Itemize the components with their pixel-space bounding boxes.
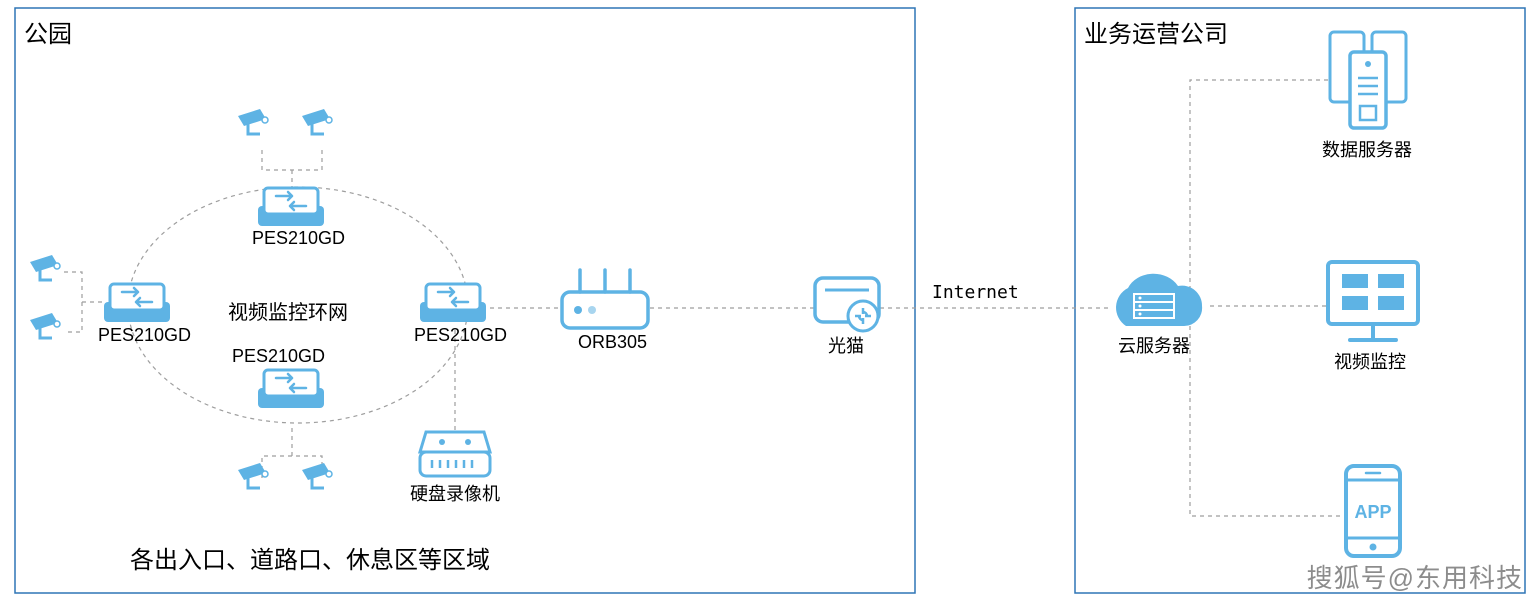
camera-icon bbox=[302, 463, 332, 488]
modem-icon bbox=[815, 278, 879, 331]
company-title: 业务运营公司 bbox=[1084, 14, 1228, 49]
monitor-icon bbox=[1328, 262, 1418, 340]
switch-bottom-label: PES210GD bbox=[232, 346, 325, 367]
switch-left-label: PES210GD bbox=[98, 325, 191, 346]
cloud-icon bbox=[1116, 274, 1202, 326]
nvr-icon bbox=[420, 432, 490, 476]
app-icon bbox=[1346, 466, 1400, 556]
switch-icon bbox=[420, 284, 486, 322]
caption: 各出入口、道路口、休息区等区域 bbox=[130, 540, 490, 575]
nvr-label: 硬盘录像机 bbox=[410, 480, 500, 506]
ring-label: 视频监控环网 bbox=[228, 296, 348, 325]
switch-top-label: PES210GD bbox=[252, 228, 345, 249]
internet-label: Internet bbox=[932, 282, 1019, 303]
switch-icon bbox=[258, 188, 324, 226]
servers-icon bbox=[1330, 32, 1406, 128]
watermark: 搜狐号@东用科技 bbox=[1307, 558, 1523, 595]
switch-icon bbox=[258, 370, 324, 408]
switch-right-label: PES210GD bbox=[414, 325, 507, 346]
router-icon bbox=[562, 270, 648, 328]
router-label: ORB305 bbox=[578, 332, 647, 353]
switch-icon bbox=[104, 284, 170, 322]
modem-label: 光猫 bbox=[828, 332, 864, 358]
park-title: 公园 bbox=[24, 14, 72, 49]
monitor-label: 视频监控 bbox=[1334, 348, 1406, 374]
camera-icon bbox=[30, 313, 60, 338]
camera-icon bbox=[238, 463, 268, 488]
cloud-label: 云服务器 bbox=[1118, 332, 1190, 358]
camera-icon bbox=[30, 255, 60, 280]
camera-icon bbox=[238, 109, 268, 134]
camera-icon bbox=[302, 109, 332, 134]
servers-label: 数据服务器 bbox=[1322, 136, 1412, 162]
